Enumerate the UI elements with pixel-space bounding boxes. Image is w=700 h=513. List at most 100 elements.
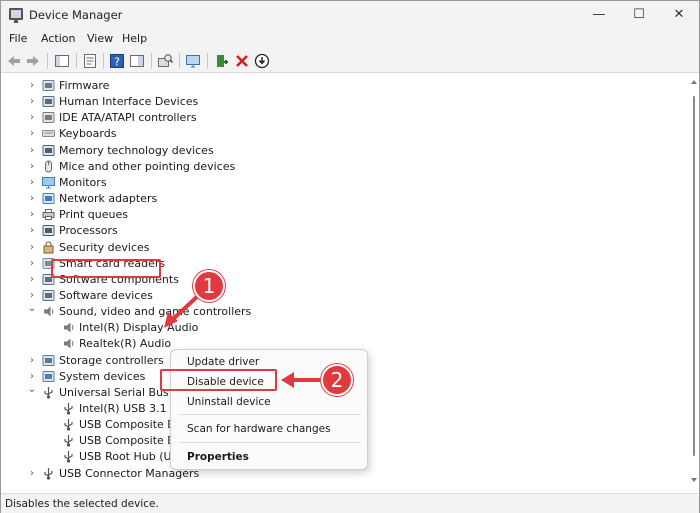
tree-item-label: Software devices [59, 288, 153, 302]
chevron-right-icon[interactable]: › [27, 193, 37, 205]
chevron-right-icon[interactable]: › [27, 209, 37, 221]
chevron-down-icon[interactable]: ⌄ [27, 384, 37, 396]
tree-item-label: Monitors [59, 175, 107, 189]
disable-highlight-box [160, 369, 277, 391]
tree-item-label: Memory technology devices [59, 143, 214, 157]
tree-item-label: Mice and other pointing devices [59, 159, 236, 173]
properties-sheet-icon[interactable] [82, 53, 98, 69]
help-icon[interactable]: ? [109, 53, 125, 69]
security-icon [43, 241, 54, 253]
chevron-right-icon[interactable]: › [27, 355, 37, 367]
network-icon [42, 193, 55, 205]
realtek-highlight-box [51, 259, 161, 278]
update-driver-icon[interactable] [214, 53, 230, 69]
title-bar[interactable]: Device Manager — ☐ ✕ [1, 1, 699, 29]
tree-item-label: Realtek(R) Audio [79, 337, 172, 351]
tree-item-label: Sound, video and game controllers [59, 305, 252, 319]
status-text: Disables the selected device. [5, 498, 159, 510]
chevron-right-icon[interactable]: › [27, 258, 37, 270]
processor-icon [42, 225, 55, 237]
chevron-right-icon[interactable]: › [27, 371, 37, 383]
uninstall-device-icon[interactable] [234, 53, 250, 69]
toolbar-separator [47, 53, 48, 69]
svg-text:?: ? [114, 56, 120, 69]
maximize-button[interactable]: ☐ [619, 1, 659, 29]
speaker-icon [44, 306, 54, 317]
monitor-display-icon[interactable] [185, 53, 201, 69]
chevron-right-icon[interactable]: › [27, 128, 37, 140]
menu-view[interactable]: View [87, 32, 113, 45]
vertical-scrollbar[interactable] [689, 74, 699, 493]
usb-icon [64, 419, 73, 431]
close-button[interactable]: ✕ [659, 1, 699, 29]
disable-device-icon[interactable] [254, 53, 270, 69]
tree-item-label: Network adapters [59, 192, 158, 206]
window-title: Device Manager [29, 8, 123, 22]
scroll-down-icon[interactable] [691, 478, 697, 482]
menu-separator [179, 442, 361, 443]
tree-item-label: IDE ATA/ATAPI controllers [59, 111, 197, 125]
tree-item-label: Human Interface Devices [59, 95, 199, 109]
callout-badge-1: 1 [193, 270, 225, 302]
toolbar-separator [103, 53, 104, 69]
tree-item-label: Security devices [59, 240, 150, 254]
action-pane-icon[interactable] [129, 53, 145, 69]
menu-file[interactable]: File [9, 32, 27, 45]
usb-icon [44, 386, 53, 399]
hid-icon [42, 96, 55, 108]
menu-uninstall-device[interactable]: Uninstall device [187, 396, 271, 408]
chevron-right-icon[interactable]: › [27, 290, 37, 302]
menu-bar: File Action View Help [1, 29, 699, 49]
chevron-right-icon[interactable]: › [27, 177, 37, 189]
storage-icon [42, 354, 55, 366]
toolbar: ? [1, 49, 699, 73]
tree-item-label: Print queues [59, 208, 128, 222]
chevron-right-icon[interactable]: › [27, 274, 37, 286]
monitor-icon [42, 176, 55, 189]
scrollbar-thumb[interactable] [693, 96, 695, 456]
chevron-down-icon[interactable]: ⌄ [27, 303, 37, 315]
tree-item-label: Processors [59, 224, 118, 238]
chevron-right-icon[interactable]: › [27, 145, 37, 157]
keyboard-icon [42, 130, 55, 138]
menu-scan-hardware[interactable]: Scan for hardware changes [187, 423, 331, 435]
software-device-icon [42, 289, 55, 301]
ide-icon [42, 112, 55, 124]
tree-item-label: Firmware [59, 79, 110, 92]
menu-update-driver[interactable]: Update driver [187, 356, 259, 368]
forward-arrow-icon[interactable] [25, 53, 41, 69]
toolbar-separator [207, 53, 208, 69]
show-hide-console-tree-icon[interactable] [54, 53, 70, 69]
toolbar-separator [179, 53, 180, 69]
chevron-right-icon[interactable]: › [27, 468, 37, 480]
tree-item-label: Storage controllers [59, 353, 164, 367]
mouse-icon [45, 160, 52, 173]
usb-icon [44, 467, 53, 480]
menu-action[interactable]: Action [41, 32, 75, 45]
minimize-button[interactable]: — [579, 1, 619, 29]
tree-item-label: Keyboards [59, 127, 117, 141]
chevron-right-icon[interactable]: › [27, 225, 37, 237]
callout-badge-2: 2 [321, 364, 353, 396]
menu-properties[interactable]: Properties [187, 451, 249, 463]
usb-icon [64, 403, 73, 415]
speaker-icon [64, 338, 74, 349]
menu-help[interactable]: Help [122, 32, 147, 45]
toolbar-separator [151, 53, 152, 69]
chevron-right-icon[interactable]: › [27, 112, 37, 124]
memory-icon [42, 144, 55, 156]
speaker-icon [64, 322, 74, 333]
printer-icon [42, 209, 55, 221]
tree-item-label: Intel(R) Display Audio [79, 321, 199, 335]
tree-item-label: System devices [59, 369, 146, 383]
chevron-right-icon[interactable]: › [27, 96, 37, 108]
scan-hardware-icon[interactable] [157, 53, 173, 69]
firmware-icon [42, 80, 55, 91]
scroll-up-icon[interactable] [691, 80, 697, 84]
chevron-right-icon[interactable]: › [27, 242, 37, 254]
device-manager-icon [9, 8, 23, 23]
chevron-right-icon[interactable]: › [27, 161, 37, 173]
usb-icon [64, 451, 73, 464]
chevron-right-icon[interactable]: › [27, 80, 37, 92]
back-arrow-icon[interactable] [6, 53, 22, 69]
